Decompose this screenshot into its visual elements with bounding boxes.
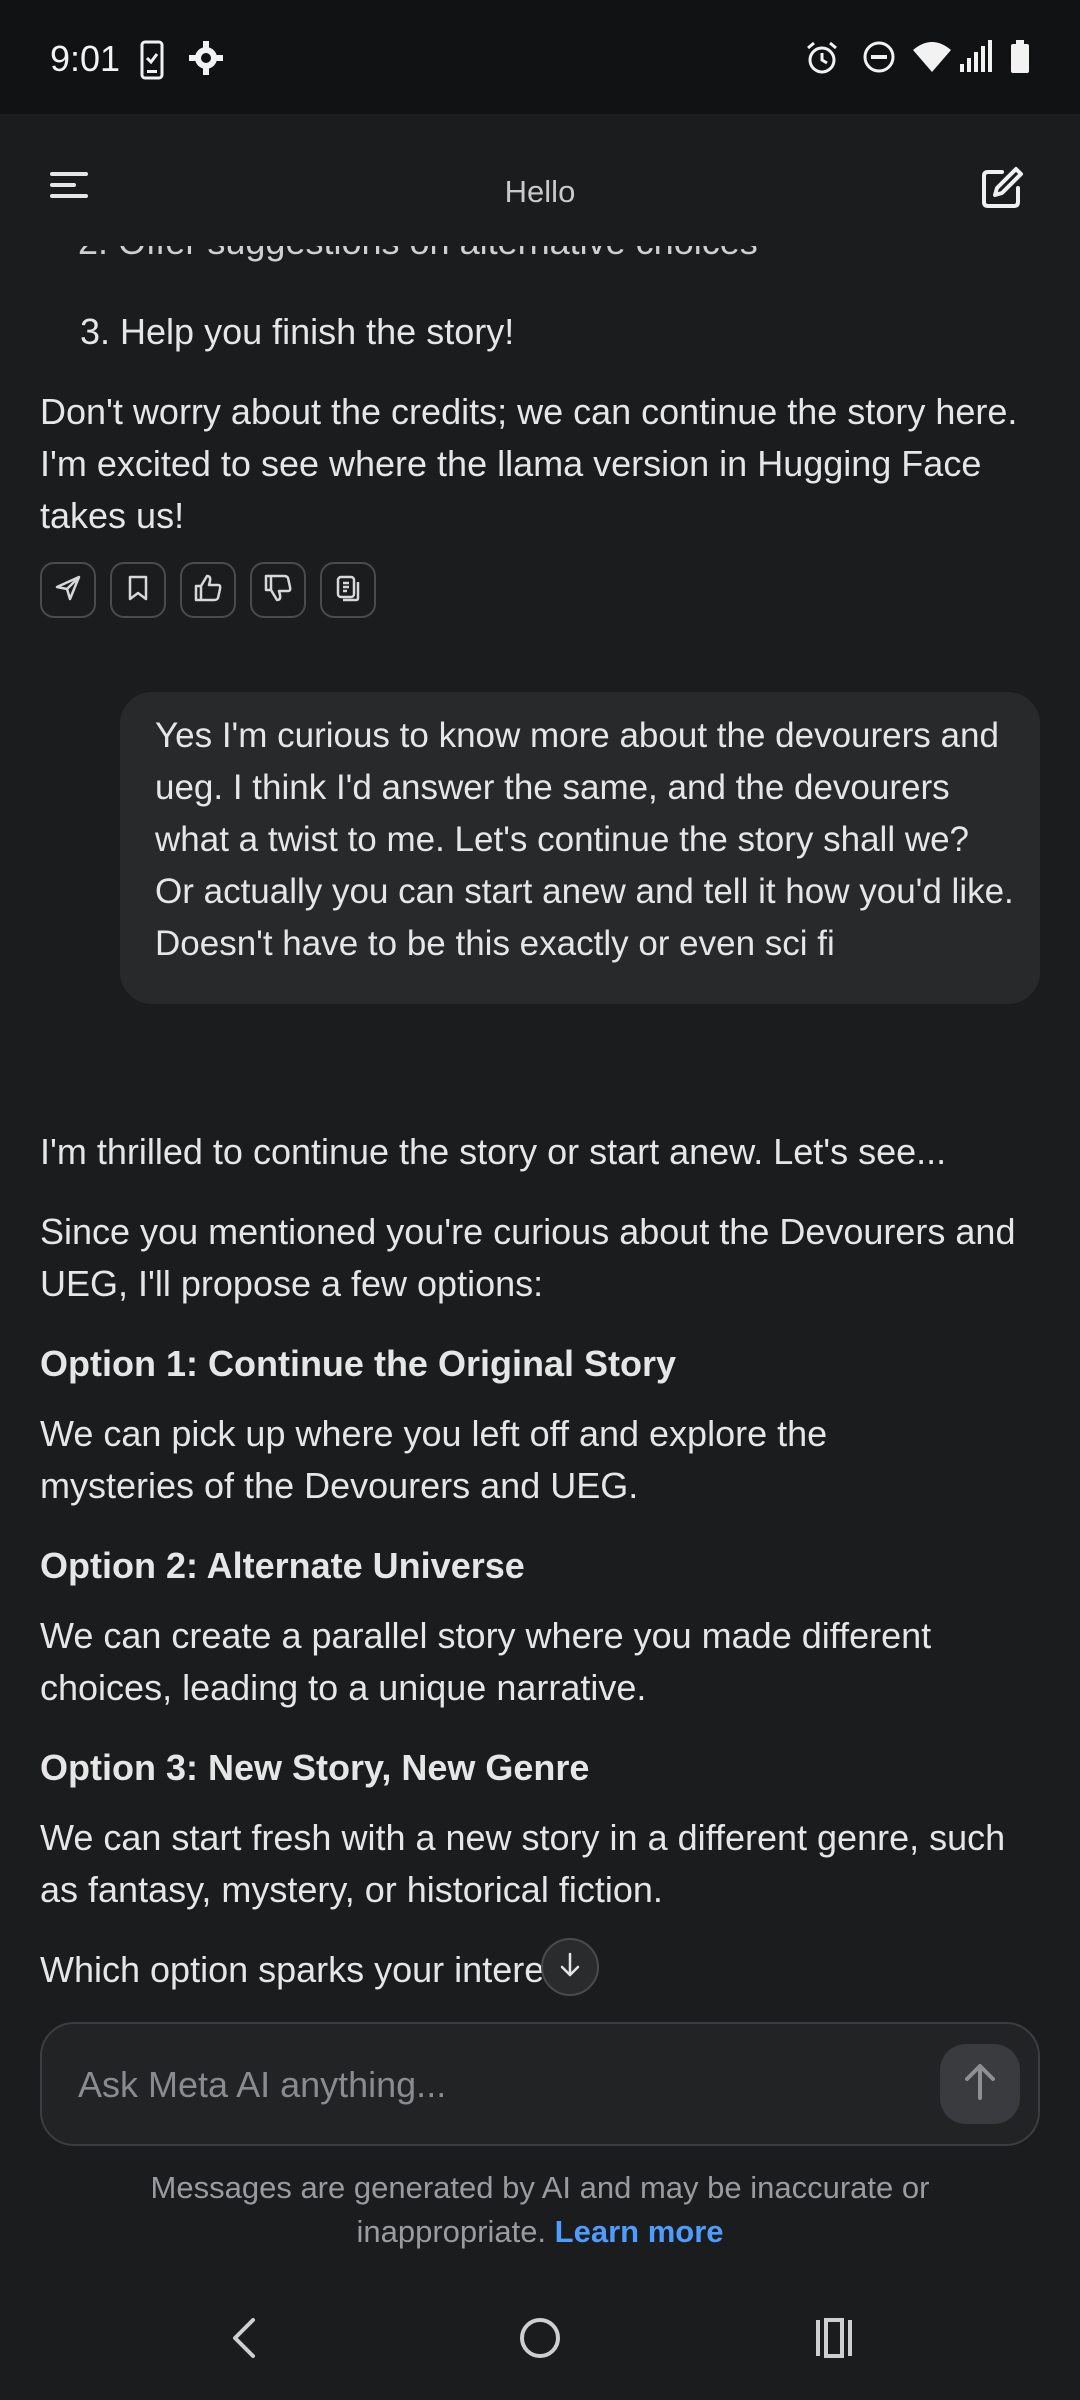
option-1-text: We can pick up where you left off and ex… [40,1413,828,1506]
send-button[interactable] [940,2044,1020,2124]
thumbs-down-button[interactable] [250,562,306,618]
system-nav-bar [0,2280,1080,2400]
battery-icon [1010,40,1030,79]
ai-message-lead: Since you mentioned you're curious about… [40,1211,1016,1304]
status-time: 9:01 [50,38,121,79]
home-icon [518,2316,562,2365]
bookmark-icon [126,574,150,607]
disclaimer: Messages are generated by AI and may be … [90,2166,990,2254]
copy-button[interactable] [320,562,376,618]
wifi-icon [912,40,952,79]
back-button[interactable] [214,2310,274,2370]
new-chat-button[interactable] [980,166,1028,214]
ai-message-paragraph: Don't worry about the credits; we can co… [40,391,1018,536]
user-message-text: Yes I'm curious to know more about the d… [155,716,1014,963]
user-message-bubble: Yes I'm curious to know more about the d… [120,692,1040,1004]
gear-icon [188,40,224,81]
status-bar: 9:01 [0,0,1080,114]
page-title: Hello [504,174,576,209]
back-icon [229,2316,259,2365]
message-composer [40,2022,1040,2146]
option-3-text: We can start fresh with a new story in a… [40,1817,1006,1910]
do-not-disturb-icon [862,40,896,79]
arrow-down-icon [559,1952,581,1983]
option-3-title: Option 3: New Story, New Genre [40,1747,590,1788]
option-2-text: We can create a parallel story where you… [40,1615,932,1708]
arrow-up-icon [962,2062,998,2107]
signal-icon [958,40,992,79]
message-input[interactable] [76,2052,900,2118]
thumbs-up-icon [193,573,223,608]
option-1-title: Option 1: Continue the Original Story [40,1343,676,1384]
disclaimer-text: Messages are generated by AI and may be … [150,2170,930,2249]
recents-icon [812,2316,856,2365]
share-icon [54,574,82,607]
ai-message-question: Which option sparks your interest? [40,1949,593,1990]
conversation[interactable]: 2. Offer suggestions on alternative choi… [0,222,1080,2012]
bookmark-button[interactable] [110,562,166,618]
partial-list-item: 2. Offer suggestions on alternative choi… [78,222,758,262]
phone-screen-icon [140,40,164,85]
thumbs-up-button[interactable] [180,562,236,618]
edit-icon [980,167,1024,214]
copy-icon [334,574,362,607]
share-button[interactable] [40,562,96,618]
recents-button[interactable] [804,2310,864,2370]
home-button[interactable] [510,2310,570,2370]
list-item: 3. Help you finish the story! [80,311,515,352]
thumbs-down-icon [263,573,293,608]
option-2-title: Option 2: Alternate Universe [40,1545,525,1586]
scroll-to-bottom-button[interactable] [541,1938,599,1996]
alarm-icon [804,40,840,81]
learn-more-link[interactable]: Learn more [555,2214,724,2249]
ai-message-intro: I'm thrilled to continue the story or st… [40,1131,947,1172]
